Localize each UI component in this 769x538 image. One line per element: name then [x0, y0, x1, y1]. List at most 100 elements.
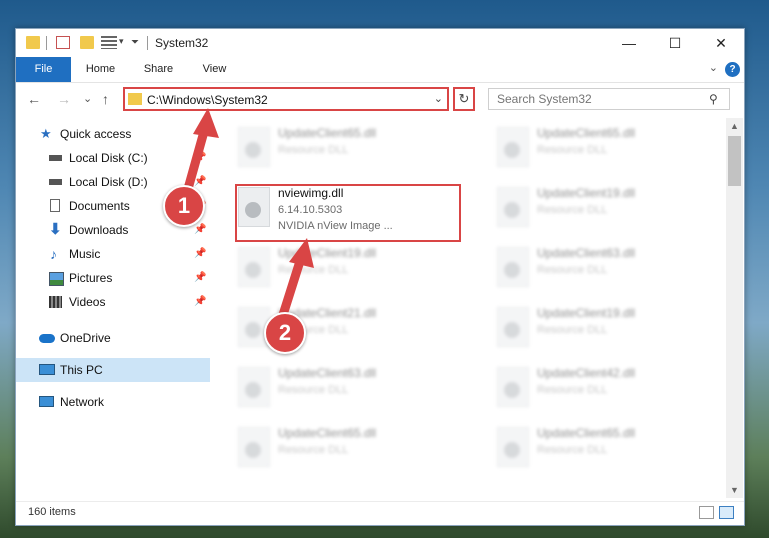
address-bar[interactable]: C:\Windows\System32 ⌄ — [123, 87, 449, 111]
folder-icon — [128, 93, 142, 105]
search-input[interactable] — [488, 88, 730, 110]
details-view-icon[interactable] — [699, 506, 714, 519]
file-item[interactable]: UpdateClient65.dll Resource DLL — [238, 124, 458, 176]
sidebar-item-onedrive[interactable]: OneDrive — [16, 326, 210, 350]
sidebar-item-label: Downloads — [69, 223, 129, 237]
highlight-box — [235, 184, 461, 242]
minimize-button[interactable]: — — [606, 29, 652, 57]
download-icon: ⬇ — [49, 221, 62, 238]
sidebar-item-label: Quick access — [60, 127, 132, 141]
file-item[interactable]: UpdateClient63.dll Resource DLL — [497, 244, 717, 296]
file-name: UpdateClient63.dll — [278, 366, 377, 380]
properties-icon[interactable] — [56, 36, 70, 49]
file-item[interactable]: UpdateClient19.dll Resource DLL — [238, 244, 458, 296]
tab-view[interactable]: View — [192, 57, 237, 82]
toolbar-dropdown-icon[interactable]: ▾ — [119, 36, 124, 47]
file-name: UpdateClient65.dll — [278, 426, 377, 440]
forward-arrow-icon[interactable]: → — [57, 91, 71, 107]
file-item[interactable]: UpdateClient19.dll Resource DLL — [497, 184, 717, 236]
star-icon: ★ — [40, 126, 52, 141]
scroll-down-icon[interactable]: ▼ — [726, 485, 743, 495]
sidebar-item-label: Documents — [69, 199, 130, 213]
vertical-scrollbar[interactable]: ▲ ▼ — [726, 118, 743, 498]
file-type: Resource DLL — [537, 204, 608, 216]
document-icon — [50, 199, 60, 212]
file-type: Resource DLL — [537, 444, 608, 456]
file-type: Resource DLL — [537, 264, 608, 276]
pin-icon[interactable]: 📌 — [194, 242, 206, 266]
dll-file-icon — [238, 127, 270, 167]
file-explorer-window: ▾ ⏷ System32 — ☐ ✕ File Home Share View … — [15, 28, 745, 526]
drive-icon — [49, 179, 62, 185]
file-item[interactable]: UpdateClient42.dll Resource DLL — [497, 364, 717, 416]
pin-icon[interactable]: 📌 — [194, 266, 206, 290]
toolbar-overflow-icon[interactable]: ⏷ — [131, 37, 139, 48]
dll-file-icon — [497, 307, 529, 347]
dll-file-icon — [497, 127, 529, 167]
file-item[interactable]: UpdateClient65.dll Resource DLL — [497, 124, 717, 176]
tab-file[interactable]: File — [16, 57, 71, 82]
up-arrow-icon[interactable]: ↑ — [102, 91, 109, 107]
refresh-button[interactable]: ↻ — [453, 87, 475, 111]
sidebar-item-network[interactable]: Network — [16, 390, 210, 414]
recent-locations-icon[interactable]: ⌄ — [83, 92, 92, 105]
music-icon: ♪ — [50, 246, 57, 262]
dll-file-icon — [497, 367, 529, 407]
back-arrow-icon[interactable]: ← — [27, 91, 41, 107]
drive-icon — [49, 155, 62, 161]
close-button[interactable]: ✕ — [698, 29, 744, 57]
help-icon[interactable]: ? — [725, 62, 740, 77]
file-name: UpdateClient65.dll — [278, 126, 377, 140]
sidebar-item-this-pc[interactable]: This PC — [16, 358, 210, 382]
search-icon[interactable]: ⚲ — [709, 92, 718, 106]
file-type: Resource DLL — [278, 264, 349, 276]
file-item[interactable]: UpdateClient19.dll Resource DLL — [497, 304, 717, 356]
tab-share[interactable]: Share — [136, 57, 181, 82]
file-name: UpdateClient19.dll — [537, 306, 636, 320]
tiles-view-icon[interactable] — [719, 506, 734, 519]
file-type: Resource DLL — [278, 144, 349, 156]
scrollbar-thumb[interactable] — [728, 136, 741, 186]
computer-icon — [39, 364, 55, 375]
file-item[interactable]: UpdateClient63.dll Resource DLL — [238, 364, 458, 416]
customize-toolbar-icon[interactable] — [101, 36, 117, 49]
tab-home[interactable]: Home — [78, 57, 123, 82]
file-type: Resource DLL — [537, 384, 608, 396]
chevron-down-icon[interactable]: ⌄ — [434, 92, 443, 105]
file-name: UpdateClient19.dll — [278, 246, 377, 260]
pin-icon[interactable]: 📌 — [194, 290, 206, 314]
navigation-pane: ★ Quick access Local Disk (C:) 📌 Local D… — [16, 118, 210, 498]
sidebar-item-label: Local Disk (C:) — [69, 151, 148, 165]
file-name: UpdateClient65.dll — [537, 426, 636, 440]
scroll-up-icon[interactable]: ▲ — [726, 121, 743, 131]
status-bar: 160 items — [16, 501, 744, 525]
sidebar-item-music[interactable]: ♪ Music 📌 — [16, 242, 210, 266]
sidebar-item-label: This PC — [60, 363, 103, 377]
dll-file-icon — [238, 367, 270, 407]
window-title: System32 — [155, 36, 209, 50]
file-type: Resource DLL — [278, 384, 349, 396]
sidebar-item-local-disk-c[interactable]: Local Disk (C:) 📌 — [16, 146, 210, 170]
title-bar: ▾ ⏷ System32 — ☐ ✕ — [16, 29, 744, 57]
title-separator — [147, 36, 148, 50]
sidebar-item-quick-access[interactable]: ★ Quick access — [16, 122, 210, 146]
callout-number-2: 2 — [264, 312, 306, 354]
ribbon-expand-icon[interactable]: ⌄ — [709, 61, 718, 74]
new-folder-icon[interactable] — [80, 36, 94, 49]
file-item[interactable]: UpdateClient65.dll Resource DLL — [238, 424, 458, 476]
sidebar-item-pictures[interactable]: Pictures 📌 — [16, 266, 210, 290]
dll-file-icon — [238, 427, 270, 467]
pin-icon[interactable]: 📌 — [194, 146, 206, 170]
address-path: C:\Windows\System32 — [147, 93, 268, 107]
folder-icon — [26, 36, 40, 49]
sidebar-item-videos[interactable]: Videos 📌 — [16, 290, 210, 314]
file-item[interactable]: UpdateClient65.dll Resource DLL — [497, 424, 717, 476]
dll-file-icon — [238, 247, 270, 287]
dll-file-icon — [497, 247, 529, 287]
dll-file-icon — [497, 427, 529, 467]
maximize-button[interactable]: ☐ — [652, 29, 698, 57]
sidebar-item-label: Pictures — [69, 271, 113, 285]
item-count: 160 items — [28, 506, 76, 518]
file-name: UpdateClient63.dll — [537, 246, 636, 260]
network-icon — [39, 396, 54, 407]
